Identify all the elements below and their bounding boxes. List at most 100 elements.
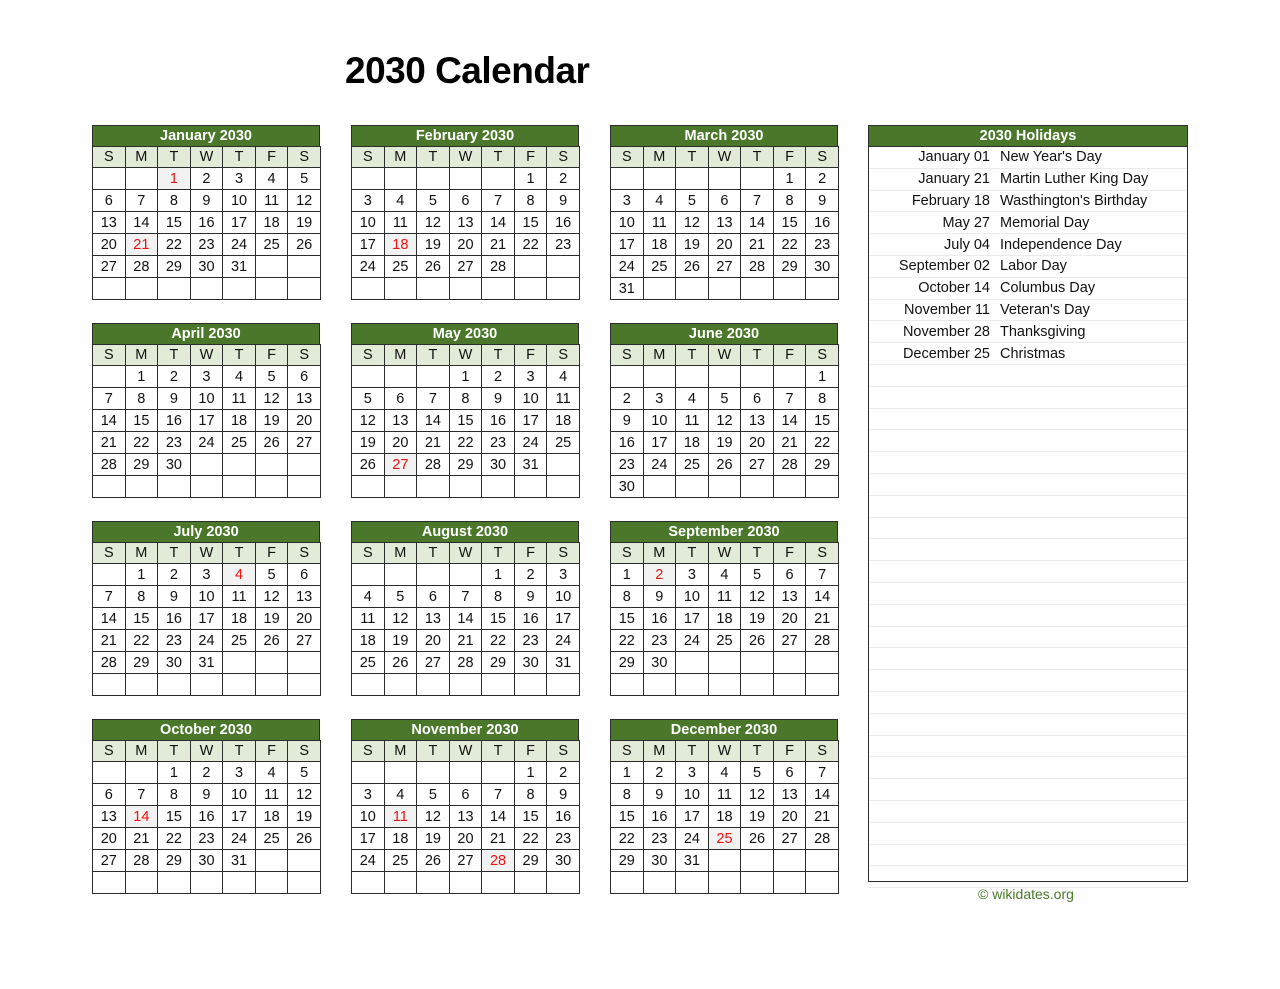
day-cell[interactable]: 8 [772,189,807,212]
day-cell[interactable]: 7 [805,761,839,784]
day-cell[interactable]: 17 [189,409,224,432]
day-cell[interactable]: 10 [546,585,580,608]
day-cell[interactable]: 13 [740,409,774,432]
day-cell[interactable]: 20 [287,409,321,432]
day-cell[interactable]: 24 [351,849,385,872]
day-cell[interactable]: 21 [416,431,450,454]
day-cell[interactable]: 8 [157,189,191,212]
day-cell[interactable]: 1 [481,563,515,586]
day-cell[interactable]: 16 [546,211,580,234]
holiday-row[interactable]: February 18 Wasthington's Birthday [869,191,1187,213]
day-cell[interactable]: 17 [222,805,256,828]
day-cell[interactable]: 24 [546,629,580,652]
day-cell[interactable]: 19 [351,431,385,454]
day-cell[interactable]: 4 [254,761,289,784]
day-cell[interactable]: 30 [610,475,644,498]
day-cell[interactable]: 22 [513,233,548,256]
day-cell[interactable]: 1 [124,563,159,586]
day-cell[interactable]: 11 [642,211,677,234]
day-cell[interactable]: 29 [805,453,839,476]
day-cell[interactable]: 26 [254,431,289,454]
day-cell[interactable]: 7 [92,585,126,608]
day-cell[interactable]: 11 [254,783,289,806]
day-cell[interactable]: 14 [124,211,159,234]
day-cell[interactable]: 10 [675,585,709,608]
day-cell[interactable]: 27 [772,827,807,850]
day-cell[interactable]: 1 [157,761,191,784]
day-cell[interactable]: 2 [189,167,224,190]
day-cell[interactable]: 15 [448,409,483,432]
day-cell[interactable]: 12 [416,211,450,234]
day-cell[interactable]: 6 [707,189,742,212]
day-cell[interactable]: 17 [513,409,548,432]
day-cell-holiday[interactable]: 1 [157,167,191,190]
day-cell[interactable]: 10 [610,211,644,234]
day-cell[interactable]: 29 [610,651,644,674]
day-cell[interactable]: 26 [740,629,774,652]
day-cell[interactable]: 28 [805,629,839,652]
day-cell[interactable]: 21 [92,431,126,454]
day-cell[interactable]: 17 [351,233,385,256]
day-cell[interactable]: 27 [448,255,483,278]
day-cell[interactable]: 27 [287,629,321,652]
day-cell[interactable]: 22 [124,629,159,652]
day-cell[interactable]: 26 [416,849,450,872]
day-cell[interactable]: 17 [222,211,256,234]
day-cell[interactable]: 22 [805,431,839,454]
day-cell[interactable]: 30 [157,453,191,476]
holiday-row[interactable]: November 11 Veteran's Day [869,300,1187,322]
day-cell[interactable]: 8 [157,783,191,806]
day-cell[interactable]: 19 [383,629,418,652]
day-cell-holiday[interactable]: 2 [642,563,677,586]
day-cell[interactable]: 31 [675,849,709,872]
day-cell[interactable]: 3 [610,189,644,212]
day-cell[interactable]: 6 [416,585,450,608]
day-cell[interactable]: 9 [642,783,677,806]
holiday-row[interactable]: January 21 Martin Luther King Day [869,169,1187,191]
day-cell[interactable]: 3 [546,563,580,586]
day-cell[interactable]: 15 [157,211,191,234]
day-cell[interactable]: 16 [642,607,677,630]
day-cell[interactable]: 18 [707,607,742,630]
day-cell[interactable]: 19 [254,409,289,432]
day-cell[interactable]: 28 [416,453,450,476]
day-cell[interactable]: 31 [222,849,256,872]
day-cell[interactable]: 7 [772,387,807,410]
day-cell[interactable]: 29 [157,849,191,872]
day-cell[interactable]: 31 [610,277,644,300]
day-cell[interactable]: 21 [805,805,839,828]
day-cell-holiday[interactable]: 14 [124,805,159,828]
day-cell[interactable]: 5 [416,783,450,806]
day-cell[interactable]: 18 [351,629,385,652]
day-cell[interactable]: 18 [546,409,580,432]
day-cell[interactable]: 14 [481,211,515,234]
day-cell[interactable]: 15 [610,805,644,828]
day-cell[interactable]: 14 [805,783,839,806]
day-cell[interactable]: 14 [772,409,807,432]
day-cell[interactable]: 29 [772,255,807,278]
day-cell[interactable]: 3 [189,365,224,388]
day-cell[interactable]: 5 [740,563,774,586]
day-cell[interactable]: 18 [254,211,289,234]
day-cell[interactable]: 23 [157,629,191,652]
day-cell[interactable]: 24 [222,827,256,850]
day-cell[interactable]: 9 [610,409,644,432]
holiday-row[interactable]: July 04 Independence Day [869,234,1187,256]
day-cell[interactable]: 24 [610,255,644,278]
day-cell[interactable]: 22 [481,629,515,652]
day-cell[interactable]: 1 [448,365,483,388]
day-cell[interactable]: 6 [740,387,774,410]
day-cell[interactable]: 28 [124,849,159,872]
day-cell[interactable]: 26 [287,827,321,850]
day-cell[interactable]: 1 [805,365,839,388]
day-cell[interactable]: 19 [287,211,321,234]
day-cell[interactable]: 10 [222,189,256,212]
day-cell[interactable]: 21 [448,629,483,652]
day-cell[interactable]: 25 [222,629,256,652]
day-cell[interactable]: 13 [772,783,807,806]
day-cell[interactable]: 4 [675,387,709,410]
day-cell[interactable]: 12 [383,607,418,630]
day-cell[interactable]: 30 [642,651,677,674]
day-cell[interactable]: 5 [383,585,418,608]
day-cell[interactable]: 16 [189,805,224,828]
